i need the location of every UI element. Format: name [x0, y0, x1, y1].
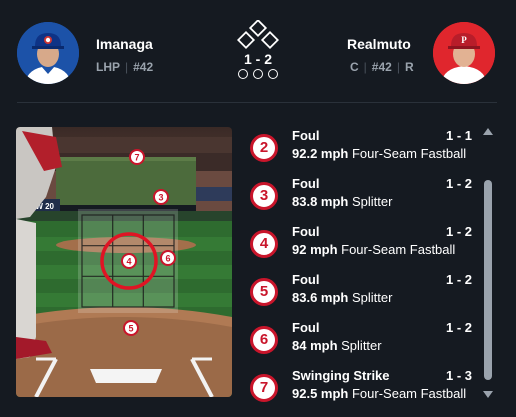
- pitcher-headshot[interactable]: [17, 22, 79, 84]
- pitch-row[interactable]: 4 Foul 1 - 2 92 mph Four-Seam Fastball: [246, 224, 478, 268]
- bases-diamond-icon: [237, 20, 279, 50]
- pitch-marker-4[interactable]: 4: [121, 253, 137, 269]
- pitch-list[interactable]: 2 Foul 1 - 1 92.2 mph Four-Seam Fastball…: [246, 124, 478, 406]
- ball-strike-count: 1 - 2: [243, 51, 272, 67]
- pitch-number-badge: 6: [250, 326, 278, 354]
- pitch-count: 1 - 2: [445, 224, 472, 239]
- pitch-marker-label: 5: [128, 324, 133, 334]
- meta-separator: |: [363, 60, 367, 74]
- pitch-marker-3[interactable]: 3: [153, 189, 169, 205]
- pitcher-meta: LHP | #42: [96, 60, 153, 74]
- matchup-header: Imanaga LHP | #42 1 - 2 Realmuto C | #42 | R P: [0, 0, 516, 102]
- pitch-number-badge: 4: [250, 230, 278, 258]
- pitch-detail: 83.8 mph Splitter: [292, 194, 392, 209]
- pitch-marker-label: 6: [165, 254, 170, 264]
- pitch-detail: 92.5 mph Four-Seam Fastball: [292, 386, 466, 401]
- out-dot-icon: [253, 69, 263, 79]
- pitch-speed: 83.8 mph: [292, 194, 349, 209]
- pitch-type: Four-Seam Fastball: [351, 146, 467, 161]
- pitch-result: Foul: [292, 128, 320, 143]
- pitch-result: Foul: [292, 224, 320, 239]
- scroll-up-arrow-icon[interactable]: [483, 128, 493, 135]
- pitch-marker-6[interactable]: 6: [160, 250, 176, 266]
- pitch-detail: 83.6 mph Splitter: [292, 290, 392, 305]
- pitch-count: 1 - 1: [445, 128, 472, 143]
- pitch-row[interactable]: 2 Foul 1 - 1 92.2 mph Four-Seam Fastball: [246, 128, 478, 172]
- pitch-speed: 92 mph: [292, 242, 338, 257]
- scrollbar-thumb[interactable]: [484, 180, 492, 380]
- out-dot-icon: [268, 69, 278, 79]
- pitch-detail: 84 mph Splitter: [292, 338, 382, 353]
- out-dot-icon: [238, 69, 248, 79]
- pitch-number-badge: 7: [250, 374, 278, 402]
- pitch-speed: 92.5 mph: [292, 386, 349, 401]
- batter-position: C: [350, 60, 359, 74]
- batter-headshot[interactable]: P: [433, 22, 495, 84]
- meta-separator: |: [125, 60, 129, 74]
- header-divider: [17, 102, 497, 103]
- pitch-row[interactable]: 3 Foul 1 - 2 83.8 mph Splitter: [246, 176, 478, 220]
- pitch-marker-label: 3: [158, 193, 163, 203]
- pitch-type: Splitter: [351, 290, 393, 305]
- pitch-detail: 92 mph Four-Seam Fastball: [292, 242, 455, 257]
- game-state: 1 - 2: [230, 18, 286, 84]
- pitch-marker-7[interactable]: 7: [129, 149, 145, 165]
- pitch-type: Splitter: [351, 194, 393, 209]
- outs-indicator: [238, 69, 278, 81]
- pitch-type: Four-Seam Fastball: [351, 386, 467, 401]
- pitch-list-scrollbar[interactable]: [481, 126, 495, 400]
- pitch-speed: 84 mph: [292, 338, 338, 353]
- pitcher-number: #42: [133, 60, 154, 74]
- batter-bats: R: [404, 60, 414, 74]
- pitch-speed: 92.2 mph: [292, 146, 349, 161]
- pitch-count: 1 - 3: [445, 368, 472, 383]
- pitch-result: Foul: [292, 176, 320, 191]
- pitch-result: Swinging Strike: [292, 368, 390, 383]
- pitch-count: 1 - 2: [445, 272, 472, 287]
- pitch-row[interactable]: 5 Foul 1 - 2 83.6 mph Splitter: [246, 272, 478, 316]
- pitch-count: 1 - 2: [445, 320, 472, 335]
- pitch-row[interactable]: 6 Foul 1 - 2 84 mph Splitter: [246, 320, 478, 364]
- batter-meta: C | #42 | R: [350, 60, 414, 74]
- pitch-detail: 92.2 mph Four-Seam Fastball: [292, 146, 466, 161]
- pitch-number-badge: 3: [250, 182, 278, 210]
- pitch-number-badge: 5: [250, 278, 278, 306]
- meta-separator: |: [396, 60, 400, 74]
- pitch-location-view: SHOW 20: [16, 127, 232, 397]
- pitch-marker-5[interactable]: 5: [123, 320, 139, 336]
- batter-number: #42: [371, 60, 392, 74]
- pitch-type: Four-Seam Fastball: [341, 242, 456, 257]
- pitch-type: Splitter: [341, 338, 382, 353]
- pitch-result: Foul: [292, 320, 320, 335]
- pitch-marker-label: 7: [134, 153, 139, 163]
- pitch-row[interactable]: 7 Swinging Strike 1 - 3 92.5 mph Four-Se…: [246, 368, 478, 406]
- pitch-count: 1 - 2: [445, 176, 472, 191]
- pitch-number-badge: 2: [250, 134, 278, 162]
- svg-text:P: P: [461, 35, 467, 45]
- pitch-marker-label: 4: [126, 257, 131, 267]
- pitcher-hand: LHP: [96, 60, 120, 74]
- pitch-speed: 83.6 mph: [292, 290, 349, 305]
- scroll-down-arrow-icon[interactable]: [483, 391, 493, 398]
- pitcher-name: Imanaga: [96, 36, 153, 52]
- pitch-result: Foul: [292, 272, 320, 287]
- batter-name: Realmuto: [347, 36, 411, 52]
